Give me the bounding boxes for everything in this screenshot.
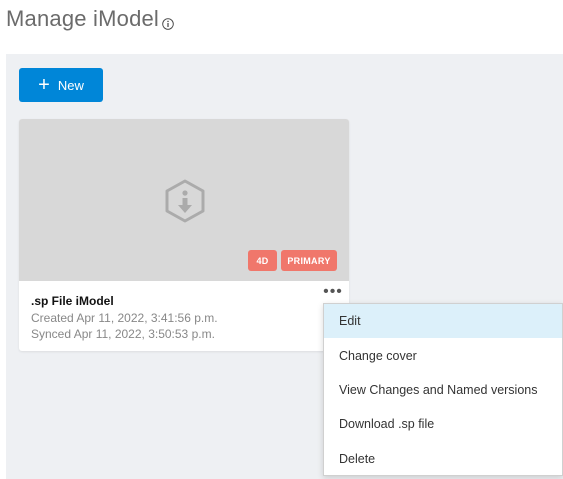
more-icon[interactable]: ••• (321, 284, 345, 301)
imodel-placeholder-icon (165, 179, 205, 223)
context-menu: Edit Change cover View Changes and Named… (323, 303, 563, 476)
page-title: Manage iModel (6, 6, 160, 31)
menu-item-edit[interactable]: Edit (324, 304, 562, 339)
plus-icon: + (38, 74, 50, 96)
new-button[interactable]: + New (19, 68, 103, 102)
badge-4d: 4D (248, 250, 277, 271)
imodel-thumbnail[interactable]: 4D PRIMARY (19, 119, 349, 281)
menu-item-download[interactable]: Download .sp file (324, 407, 562, 441)
menu-item-delete[interactable]: Delete (324, 442, 562, 476)
synced-date: Synced Apr 11, 2022, 3:50:53 p.m. (31, 327, 215, 341)
imodel-name: .sp File iModel (31, 294, 114, 308)
menu-item-view-changes[interactable]: View Changes and Named versions (324, 373, 562, 407)
info-icon[interactable] (162, 18, 174, 30)
created-date: Created Apr 11, 2022, 3:41:56 p.m. (31, 311, 218, 325)
badge-primary: PRIMARY (281, 250, 337, 271)
imodel-card[interactable]: 4D PRIMARY .sp File iModel ••• Created A… (19, 119, 349, 351)
menu-item-change-cover[interactable]: Change cover (324, 338, 562, 372)
new-button-label: New (57, 77, 84, 93)
page-title-wrap: Manage iModel (6, 6, 174, 32)
